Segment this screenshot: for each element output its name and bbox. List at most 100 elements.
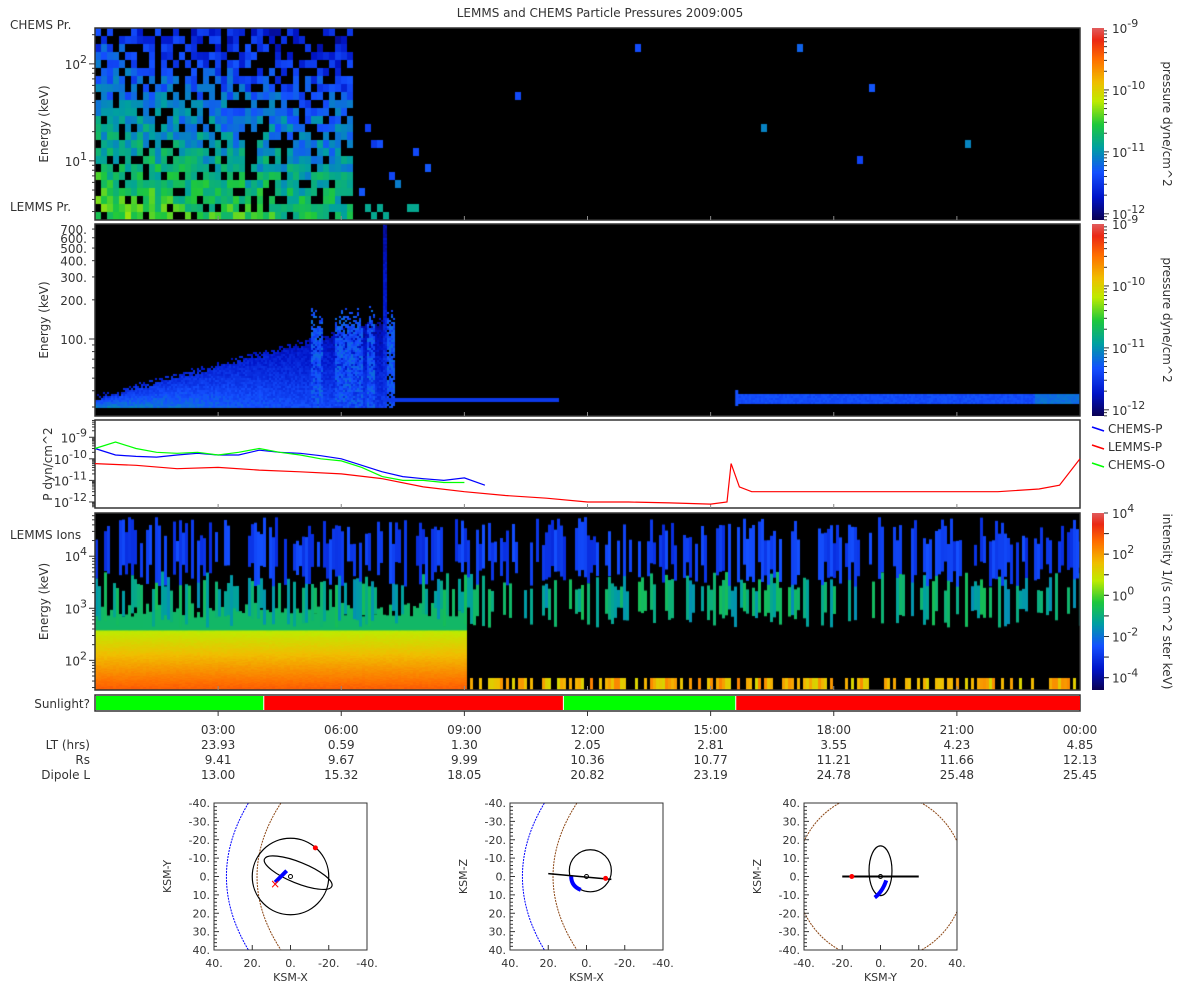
start-marker [312, 845, 318, 851]
panel-frame-lemms_pr [94, 223, 1081, 417]
colorbar-tick-label: 10-4 [1112, 667, 1138, 686]
spacecraft-track [873, 879, 889, 900]
ephemeris-value: 18.05 [447, 768, 481, 782]
orbit-x-tick-label: -40. [356, 957, 377, 970]
orbit-plot-ksm-x-ksm-z: -40. -30. -20. -10. 0. 10. 20. 30. 40.40. 20. 0. -2… [457, 797, 674, 984]
y-tick-label: 400. [60, 255, 87, 269]
panel-frame-lemms_ions [94, 512, 1081, 691]
orbit-x-tick-label: 20. [910, 957, 928, 970]
orbit-y-tick-label: -40. [779, 944, 800, 957]
orbit-x-tick-label: 0. [875, 957, 886, 970]
end-marker-x: × [270, 877, 280, 891]
orbit-y-tick-label: 30. [193, 926, 211, 939]
ephemeris-value: 10.36 [570, 753, 604, 767]
y-tick-label: 300. [60, 271, 87, 285]
colorbar-tick-label: 10-9 [1112, 17, 1138, 36]
orbit-y-tick-label: 0. [790, 871, 801, 884]
orbit-plot-ksm-x-ksm-y: × -40. -30. -20. -10. 0. 10. 20. 30. 40.40. 20. 0. -… [161, 797, 378, 984]
ephemeris-value: 2.81 [697, 738, 724, 752]
time-tick-label: 12:00 [570, 723, 605, 737]
orbit-y-tick-label: 10. [783, 852, 801, 865]
orbit-x-tick-label: 40. [205, 957, 223, 970]
magnetopause-boundary [522, 803, 545, 950]
ephemeris-value: 10.77 [693, 753, 727, 767]
time-tick-label: 15:00 [693, 723, 728, 737]
ephemeris-value: 20.82 [570, 768, 604, 782]
ephemeris-value: 9.99 [451, 753, 478, 767]
colorbar-label: pressure dyne/cm^2 [1160, 257, 1174, 382]
sunlight-segment-no [736, 696, 1080, 710]
plot-overlay: 102 101 Energy (keV) 10-9 10-10 10-11 10-12 pre… [37, 17, 1174, 984]
ephemeris-row-label: LT (hrs) [46, 738, 90, 752]
orbit-y-tick-label: 0. [200, 871, 211, 884]
series-line-chems-o [94, 441, 465, 484]
panel-frame-chems [94, 27, 1081, 221]
y-tick-label: 102 [65, 649, 87, 668]
colorbar-tick-label: 102 [1112, 543, 1134, 562]
orbit-y-tick-label: -20. [779, 907, 800, 920]
orbit-y-tick-label: -30. [779, 926, 800, 939]
ephemeris-value: 0.59 [328, 738, 355, 752]
orbit-x-tick-label: 0. [581, 957, 592, 970]
ephemeris-value: 9.67 [328, 753, 355, 767]
orbit-x-tick-label: -20. [832, 957, 853, 970]
orbit-contents: × [226, 803, 333, 950]
colorbar-label: intensity 1/(s cm^2 ster keV) [1160, 514, 1174, 690]
ephemeris-value: 25.45 [1063, 768, 1097, 782]
orbit-x-axis-label: KSM-X [273, 971, 308, 984]
magnetopause-boundary [226, 803, 249, 950]
ephemeris-value: 15.32 [324, 768, 358, 782]
orbit-y-tick-label: -20. [485, 834, 506, 847]
start-marker [603, 875, 609, 881]
ephemeris-value: 12.13 [1063, 753, 1097, 767]
colorbar-tick-label: 10-11 [1112, 337, 1145, 356]
sunlight-segment-yes [563, 696, 736, 710]
orbit-y-tick-label: 10. [193, 889, 211, 902]
sunlight-segment-no [264, 696, 563, 710]
legend-swatch [1091, 444, 1105, 450]
panel-frame-pressure [94, 419, 1081, 509]
colorbar-label: pressure dyne/cm^2 [1160, 61, 1174, 186]
orbit-y-tick-label: 30. [489, 926, 507, 939]
y-axis-label: P dyn/cm^2 [41, 427, 55, 500]
ephemeris-value: 24.78 [817, 768, 851, 782]
legend-swatch [1091, 426, 1105, 432]
time-tick-label: 00:00 [1063, 723, 1098, 737]
orbit-contents [522, 803, 612, 950]
legend-swatch [1091, 462, 1105, 468]
legend-entry: CHEMS-P [1108, 422, 1163, 436]
y-tick-label: 200. [60, 294, 87, 308]
orbit-x-tick-label: 20. [540, 957, 558, 970]
ephemeris-row-label: Dipole L [41, 768, 90, 782]
ephemeris-value: 13.00 [201, 768, 235, 782]
ephemeris-value: 4.85 [1067, 738, 1094, 752]
orbit-y-tick-label: -20. [189, 834, 210, 847]
orbit-x-tick-label: 0. [285, 957, 296, 970]
sunlight-segment-yes [96, 696, 264, 710]
orbit-y-axis-label: KSM-Z [751, 858, 764, 894]
spacecraft-track [569, 876, 582, 892]
orbit-y-axis-label: KSM-Z [457, 858, 470, 894]
orbit-y-tick-label: 20. [193, 907, 211, 920]
ephemeris-value: 23.19 [693, 768, 727, 782]
orbit-y-tick-label: 0. [496, 871, 507, 884]
start-marker [849, 874, 855, 879]
y-tick-label: 101 [65, 150, 87, 169]
time-tick-label: 09:00 [447, 723, 482, 737]
y-tick-label: 10-12 [54, 491, 87, 510]
colorbar-tick-label: 100 [1112, 584, 1134, 603]
orbit-x-tick-label: -40. [793, 957, 814, 970]
time-tick-label: 21:00 [940, 723, 975, 737]
series-line-lemms-p [94, 458, 1081, 505]
orbit-y-tick-label: -10. [779, 889, 800, 902]
orbit-x-tick-label: -40. [652, 957, 673, 970]
colorbar-tick-label: 10-11 [1112, 141, 1145, 160]
orbit-x-tick-label: 40. [501, 957, 519, 970]
orbit-y-tick-label: 40. [783, 797, 801, 810]
orbit-y-tick-label: -30. [485, 815, 506, 828]
ephemeris-value: 23.93 [201, 738, 235, 752]
orbit-x-axis-label: KSM-X [569, 971, 604, 984]
y-tick-label: 10-11 [54, 469, 87, 488]
time-tick-label: 03:00 [201, 723, 236, 737]
colorbar-tick-label: 10-10 [1112, 275, 1145, 294]
